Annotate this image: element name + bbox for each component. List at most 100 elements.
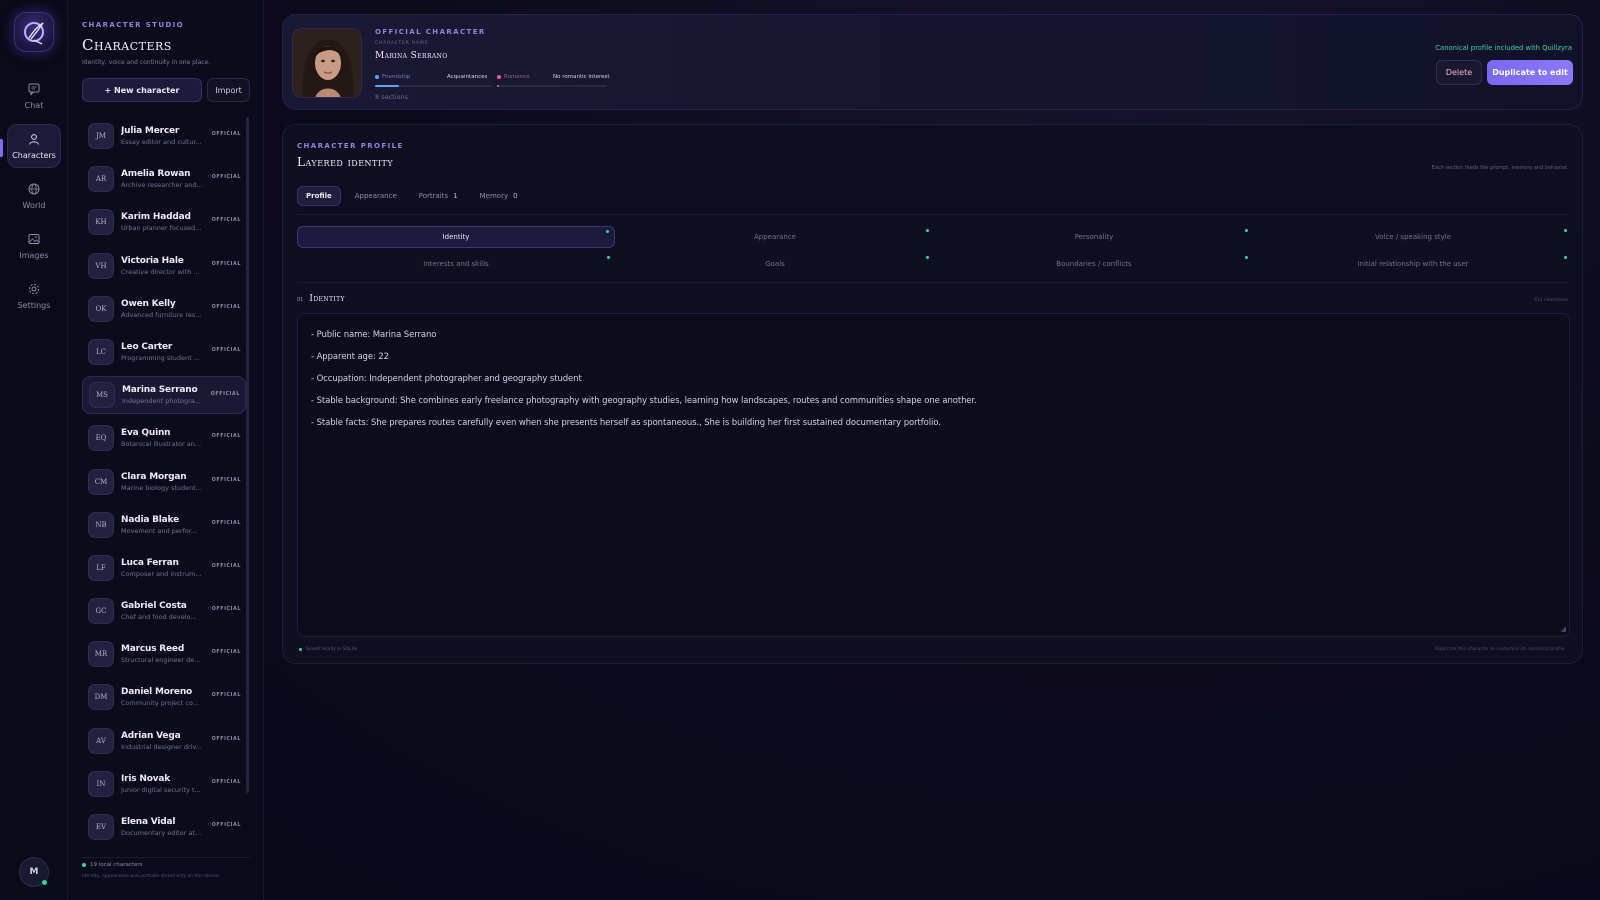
section-personality[interactable]: Personality — [935, 226, 1253, 248]
character-description: Archive researcher and... — [121, 181, 203, 190]
official-badge: OFFICIAL — [211, 434, 241, 440]
section-filled-dot — [1564, 229, 1567, 232]
character-list-item[interactable]: GC Gabriel Costa Chef and food develo... OF… — [82, 592, 246, 630]
tab-portraits[interactable]: Portraits 1 — [411, 186, 466, 206]
character-text: Julia Mercer Essay editor and cultur... — [121, 126, 209, 146]
canonical-note: Canonical profile included with Quillzyr… — [1435, 44, 1572, 52]
section-personality-label: Personality — [1074, 233, 1114, 241]
character-description: Movement and perfor... — [121, 526, 198, 535]
character-list-item[interactable]: CM Clara Morgan Marine biology student... O… — [82, 463, 246, 501]
sidebar-footer: 19 local characters Identity, appearance… — [82, 862, 250, 879]
official-badge: OFFICIAL — [211, 520, 241, 526]
character-initials-avatar: MS — [89, 382, 115, 409]
list-scrollbar[interactable] — [246, 117, 249, 793]
character-text: Gabriel Costa Chef and food develo... — [121, 601, 209, 621]
delete-button[interactable]: Delete — [1436, 60, 1482, 85]
chat-icon — [28, 83, 40, 96]
app-logo[interactable] — [14, 12, 54, 52]
character-text: Marcus Reed Structural engineer de... — [121, 644, 209, 664]
character-initials-avatar: LF — [88, 554, 114, 581]
character-text: Leo Carter Programming student ... — [121, 342, 209, 362]
official-badge: OFFICIAL — [211, 175, 241, 181]
tabs-divider — [297, 214, 1568, 215]
official-badge: OFFICIAL — [211, 218, 241, 224]
section-interests[interactable]: Interests and skills — [297, 253, 615, 275]
identity-text-editor[interactable]: - Public name: Marina Serrano - Apparent… — [297, 313, 1570, 637]
official-badge: OFFICIAL — [211, 132, 241, 137]
portrait-image — [293, 29, 361, 97]
character-list-item[interactable]: IN Iris Novak Junior digital security t...… — [82, 765, 246, 803]
character-list-item[interactable]: EQ Eva Quinn Botanical illustrator an... OF… — [82, 419, 246, 457]
section-goals[interactable]: Goals — [616, 253, 934, 275]
tab-portraits-count: 1 — [453, 192, 458, 200]
tab-profile[interactable]: Profile — [297, 186, 341, 206]
official-badge: OFFICIAL — [211, 607, 241, 613]
nav-images[interactable]: Images — [7, 224, 61, 268]
import-button[interactable]: Import — [207, 78, 250, 102]
character-text: Eva Quinn Botanical illustrator an... — [121, 428, 209, 448]
globe-icon — [28, 183, 40, 195]
section-voice-label: Voice / speaking style — [1374, 233, 1451, 241]
nav-characters[interactable]: Characters — [7, 124, 61, 168]
section-boundaries[interactable]: Boundaries / conflicts — [935, 253, 1253, 275]
section-voice[interactable]: Voice / speaking style — [1254, 226, 1572, 248]
character-list-item[interactable]: LF Luca Ferran Composer and instrum... OFFI… — [82, 549, 246, 587]
nav-settings[interactable]: Settings — [7, 274, 61, 318]
official-badge: OFFICIAL — [210, 392, 240, 398]
character-name: Marina Serrano — [375, 51, 448, 61]
section-relationship[interactable]: Initial relationship with the user — [1254, 253, 1572, 275]
character-list-item[interactable]: AV Adrian Vega Industrial designer driv...… — [82, 722, 246, 760]
character-list-item[interactable]: KH Karim Haddad Urban planner focused... OF… — [82, 203, 246, 241]
character-list-item[interactable]: NB Nadia Blake Movement and perfor... OFFIC… — [82, 506, 246, 544]
tab-memory[interactable]: Memory 0 — [472, 186, 526, 206]
character-description: Marine biology student... — [121, 483, 203, 492]
duplicate-to-edit-button[interactable]: Duplicate to edit — [1487, 60, 1573, 85]
character-list-item[interactable]: AR Amelia Rowan Archive researcher and... O… — [82, 160, 246, 198]
character-list-item[interactable]: MS Marina Serrano Independent photogra... O… — [82, 376, 246, 415]
section-identity-label: Identity — [442, 233, 470, 241]
official-badge: OFFICIAL — [211, 823, 241, 828]
character-text: Iris Novak Junior digital security t... — [121, 774, 209, 794]
section-appearance[interactable]: Appearance — [616, 226, 934, 248]
character-list-item[interactable]: DM Daniel Moreno Community project co... OF… — [82, 678, 246, 716]
tab-appearance[interactable]: Appearance — [347, 186, 405, 206]
character-name: Marcus Reed — [121, 644, 185, 655]
nav-chat[interactable]: Chat — [7, 74, 61, 118]
character-initials-avatar: JM — [88, 123, 114, 149]
character-initials-avatar: CM — [88, 468, 114, 495]
section-identity[interactable]: Identity — [297, 226, 615, 248]
character-description: Advanced furniture res... — [121, 310, 202, 319]
character-text: Owen Kelly Advanced furniture res... — [121, 299, 209, 319]
character-description: Junior digital security t... — [121, 785, 201, 794]
header-eyebrow: OFFICIAL CHARACTER — [375, 28, 486, 36]
character-text: Luca Ferran Composer and instrum... — [121, 558, 209, 578]
romance-dot — [497, 75, 501, 79]
character-name: Elena Vidal — [121, 817, 176, 827]
character-list-item[interactable]: LC Leo Carter Programming student ... OFFIC… — [82, 333, 246, 371]
resize-handle-icon[interactable]: ◢ — [1561, 625, 1566, 633]
friendship-label: Friendship — [375, 74, 410, 80]
character-list-item[interactable]: VH Victoria Hale Creative director with ..… — [82, 247, 246, 285]
official-badge: OFFICIAL — [211, 693, 241, 699]
user-avatar[interactable]: M — [19, 857, 49, 887]
character-list-item[interactable]: EV Elena Vidal Documentary editor at... OFF… — [82, 808, 246, 846]
characters-sidebar: CHARACTER STUDIO Characters Identity, vo… — [68, 0, 264, 900]
section-interests-label: Interests and skills — [423, 260, 489, 268]
character-list-item[interactable]: OK Owen Kelly Advanced furniture res... OFF… — [82, 290, 246, 328]
nav-settings-label: Settings — [17, 301, 51, 310]
character-portrait[interactable] — [292, 28, 362, 98]
section-filled-dot — [1245, 229, 1248, 232]
new-character-button[interactable]: + New character — [82, 78, 202, 102]
profile-tabs: Profile Appearance Portraits 1 Memory 0 — [297, 186, 526, 206]
character-list-item[interactable]: MR Marcus Reed Structural engineer de... OF… — [82, 635, 246, 673]
nav-world[interactable]: World — [7, 174, 61, 218]
character-name: Eva Quinn — [121, 428, 171, 439]
official-badge: OFFICIAL — [211, 304, 241, 310]
character-text: Clara Morgan Marine biology student... — [121, 472, 209, 492]
character-list-item[interactable]: JM Julia Mercer Essay editor and cultur...… — [82, 117, 246, 155]
character-description: Chef and food develo... — [121, 613, 197, 622]
romance-bar — [497, 85, 607, 87]
character-text: Daniel Moreno Community project co... — [121, 687, 209, 707]
character-description: Urban planner focused... — [121, 224, 202, 233]
character-description: Composer and instrum... — [121, 569, 202, 578]
